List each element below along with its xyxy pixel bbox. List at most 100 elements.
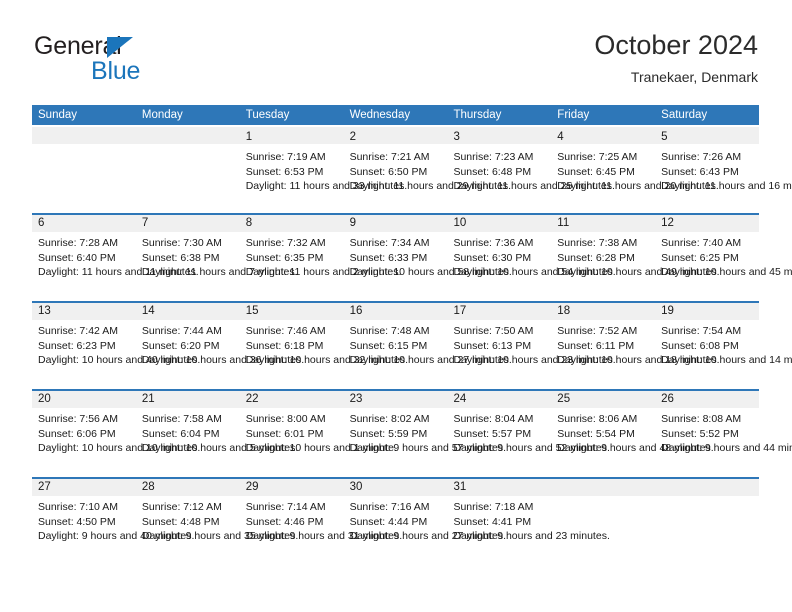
sunset-text: Sunset: 6:48 PM	[453, 165, 532, 178]
day-cell[interactable]	[136, 127, 240, 213]
day-cell[interactable]: 22 Sunrise: 8:00 AM Sunset: 6:01 PM Dayl…	[240, 391, 397, 477]
sunset-text: Sunset: 5:54 PM	[557, 427, 635, 440]
sunrise-text: Sunrise: 7:14 AM	[245, 501, 326, 513]
day-cell[interactable]	[551, 479, 655, 565]
day-cell[interactable]	[655, 479, 759, 565]
day-cell[interactable]: 25 Sunrise: 8:06 AM Sunset: 5:54 PM Dayl…	[551, 391, 714, 477]
day-cell[interactable]: 19 Sunrise: 7:54 AM Sunset: 6:08 PM Dayl…	[655, 303, 792, 389]
sunset-text: Sunset: 5:52 PM	[661, 427, 739, 440]
day-details: Sunrise: 7:42 AM Sunset: 6:23 PM Dayligh…	[38, 324, 201, 368]
day-cell[interactable]: 13 Sunrise: 7:42 AM Sunset: 6:23 PM Dayl…	[32, 303, 201, 389]
sunset-text: Sunset: 6:43 PM	[661, 165, 739, 178]
day-number	[142, 129, 240, 146]
sunset-text: Sunset: 6:18 PM	[245, 339, 324, 352]
day-cell[interactable]: 1 Sunrise: 7:19 AM Sunset: 6:53 PM Dayli…	[240, 127, 407, 213]
day-details: Sunrise: 8:02 AM Sunset: 5:59 PM Dayligh…	[349, 412, 507, 456]
day-details: Sunrise: 8:04 AM Sunset: 5:57 PM Dayligh…	[453, 412, 609, 456]
sunset-text: Sunset: 6:38 PM	[141, 251, 220, 264]
week-days: 1 Sunrise: 7:19 AM Sunset: 6:53 PM Dayli…	[32, 127, 792, 213]
daylight-text: Daylight: 9 hours and 48 minutes.	[557, 442, 714, 455]
daylight-text: Daylight: 9 hours and 27 minutes.	[349, 530, 507, 543]
day-details: Sunrise: 7:23 AM Sunset: 6:48 PM Dayligh…	[453, 150, 614, 194]
day-details: Sunrise: 7:26 AM Sunset: 6:43 PM Dayligh…	[661, 150, 792, 194]
day-cell[interactable]: 30 Sunrise: 7:16 AM Sunset: 4:44 PM Dayl…	[344, 479, 507, 565]
day-cell[interactable]: 18 Sunrise: 7:52 AM Sunset: 6:11 PM Dayl…	[551, 303, 720, 389]
day-number: 15	[245, 305, 259, 317]
sunrise-text: Sunrise: 7:25 AM	[557, 151, 638, 163]
day-cell[interactable]: 8 Sunrise: 7:32 AM Sunset: 6:35 PM Dayli…	[240, 215, 402, 301]
day-details: Sunrise: 7:21 AM Sunset: 6:50 PM Dayligh…	[349, 150, 512, 194]
title-block: October 2024 Tranekaer, Denmark	[594, 28, 758, 87]
day-number: 1	[245, 131, 253, 143]
day-cell[interactable]: 21 Sunrise: 7:58 AM Sunset: 6:04 PM Dayl…	[136, 391, 298, 477]
page-subtitle: Tranekaer, Denmark	[630, 69, 758, 85]
day-details: Sunrise: 8:08 AM Sunset: 5:52 PM Dayligh…	[661, 412, 792, 456]
day-number: 29	[245, 481, 259, 493]
week-days: 27 Sunrise: 7:10 AM Sunset: 4:50 PM Dayl…	[32, 479, 759, 565]
day-cell[interactable]	[32, 127, 136, 213]
day-cell[interactable]: 3 Sunrise: 7:23 AM Sunset: 6:48 PM Dayli…	[447, 127, 614, 213]
day-cell[interactable]: 16 Sunrise: 7:48 AM Sunset: 6:15 PM Dayl…	[344, 303, 512, 389]
weekday-header-monday: Monday	[141, 109, 183, 121]
day-cell[interactable]: 27 Sunrise: 7:10 AM Sunset: 4:50 PM Dayl…	[32, 479, 194, 565]
day-cell[interactable]: 12 Sunrise: 7:40 AM Sunset: 6:25 PM Dayl…	[655, 215, 792, 301]
day-cell[interactable]: 15 Sunrise: 7:46 AM Sunset: 6:18 PM Dayl…	[240, 303, 408, 389]
day-cell[interactable]: 4 Sunrise: 7:25 AM Sunset: 6:45 PM Dayli…	[551, 127, 718, 213]
day-cell[interactable]: 2 Sunrise: 7:21 AM Sunset: 6:50 PM Dayli…	[344, 127, 512, 213]
day-cell[interactable]: 17 Sunrise: 7:50 AM Sunset: 6:13 PM Dayl…	[447, 303, 615, 389]
day-cell[interactable]: 11 Sunrise: 7:38 AM Sunset: 6:28 PM Dayl…	[551, 215, 719, 301]
day-cell[interactable]: 5 Sunrise: 7:26 AM Sunset: 6:43 PM Dayli…	[655, 127, 792, 213]
sunrise-text: Sunrise: 7:40 AM	[661, 237, 742, 249]
day-details: Sunrise: 7:25 AM Sunset: 6:45 PM Dayligh…	[557, 150, 718, 194]
sunset-text: Sunset: 6:11 PM	[557, 339, 635, 352]
day-cell[interactable]: 14 Sunrise: 7:44 AM Sunset: 6:20 PM Dayl…	[136, 303, 304, 389]
day-cell[interactable]: 24 Sunrise: 8:04 AM Sunset: 5:57 PM Dayl…	[447, 391, 609, 477]
daylight-text: Daylight: 9 hours and 57 minutes.	[349, 442, 507, 455]
daylight-text: Daylight: 10 hours and 1 minute.	[245, 442, 397, 455]
day-details: Sunrise: 7:14 AM Sunset: 4:46 PM Dayligh…	[245, 500, 402, 544]
daylight-text: Daylight: 10 hours and 18 minutes.	[557, 354, 720, 367]
sunrise-text: Sunrise: 7:48 AM	[349, 325, 430, 337]
daylight-text: Daylight: 9 hours and 23 minutes.	[453, 530, 610, 543]
weekday-header-saturday: Saturday	[661, 109, 708, 121]
weekday-header-sunday: Sunday	[38, 109, 78, 121]
day-cell[interactable]: 26 Sunrise: 8:08 AM Sunset: 5:52 PM Dayl…	[655, 391, 792, 477]
sunrise-text: Sunrise: 7:32 AM	[245, 237, 326, 249]
sunrise-text: Sunrise: 7:21 AM	[349, 151, 430, 163]
sunrise-text: Sunrise: 8:04 AM	[453, 413, 534, 425]
sunset-text: Sunset: 6:28 PM	[557, 251, 635, 264]
daylight-text: Daylight: 10 hours and 45 minutes.	[661, 266, 792, 279]
day-cell[interactable]: 7 Sunrise: 7:30 AM Sunset: 6:38 PM Dayli…	[136, 215, 298, 301]
sunset-text: Sunset: 6:53 PM	[245, 165, 324, 178]
day-number: 8	[245, 217, 253, 229]
day-details: Sunrise: 7:36 AM Sunset: 6:30 PM Dayligh…	[453, 236, 615, 280]
day-cell[interactable]: 20 Sunrise: 7:56 AM Sunset: 6:06 PM Dayl…	[32, 391, 200, 477]
day-number: 27	[38, 481, 51, 493]
day-number: 2	[349, 131, 356, 143]
day-cell[interactable]: 28 Sunrise: 7:12 AM Sunset: 4:48 PM Dayl…	[136, 479, 298, 565]
day-details: Sunrise: 7:19 AM Sunset: 6:53 PM Dayligh…	[245, 150, 407, 194]
day-number	[38, 129, 136, 146]
week-days: 6 Sunrise: 7:28 AM Sunset: 6:40 PM Dayli…	[32, 215, 792, 301]
day-cell[interactable]: 9 Sunrise: 7:34 AM Sunset: 6:33 PM Dayli…	[344, 215, 512, 301]
day-cell[interactable]: 29 Sunrise: 7:14 AM Sunset: 4:46 PM Dayl…	[240, 479, 402, 565]
day-details: Sunrise: 7:48 AM Sunset: 6:15 PM Dayligh…	[349, 324, 512, 368]
day-details: Sunrise: 7:34 AM Sunset: 6:33 PM Dayligh…	[350, 236, 512, 280]
day-cell[interactable]: 10 Sunrise: 7:36 AM Sunset: 6:30 PM Dayl…	[447, 215, 615, 301]
sunset-text: Sunset: 4:48 PM	[141, 515, 220, 528]
week-days: 20 Sunrise: 7:56 AM Sunset: 6:06 PM Dayl…	[32, 391, 792, 477]
daylight-text: Daylight: 10 hours and 40 minutes.	[38, 354, 201, 367]
day-cell[interactable]: 6 Sunrise: 7:28 AM Sunset: 6:40 PM Dayli…	[32, 215, 199, 301]
sunset-text: Sunset: 6:15 PM	[349, 339, 428, 352]
daylight-text: Daylight: 11 hours and 29 minutes.	[349, 180, 512, 193]
day-cell[interactable]: 23 Sunrise: 8:02 AM Sunset: 5:59 PM Dayl…	[344, 391, 507, 477]
daylight-text: Daylight: 11 hours and 11 minutes.	[38, 266, 199, 279]
sunset-text: Sunset: 6:50 PM	[349, 165, 428, 178]
sunset-text: Sunset: 6:13 PM	[453, 339, 532, 352]
day-details: Sunrise: 7:10 AM Sunset: 4:50 PM Dayligh…	[38, 500, 194, 544]
sunset-text: Sunset: 6:45 PM	[557, 165, 635, 178]
sunrise-text: Sunrise: 8:08 AM	[661, 413, 742, 425]
sunrise-text: Sunrise: 8:06 AM	[557, 413, 638, 425]
day-cell[interactable]: 31 Sunrise: 7:18 AM Sunset: 4:41 PM Dayl…	[447, 479, 610, 565]
sunset-text: Sunset: 4:41 PM	[453, 515, 532, 528]
